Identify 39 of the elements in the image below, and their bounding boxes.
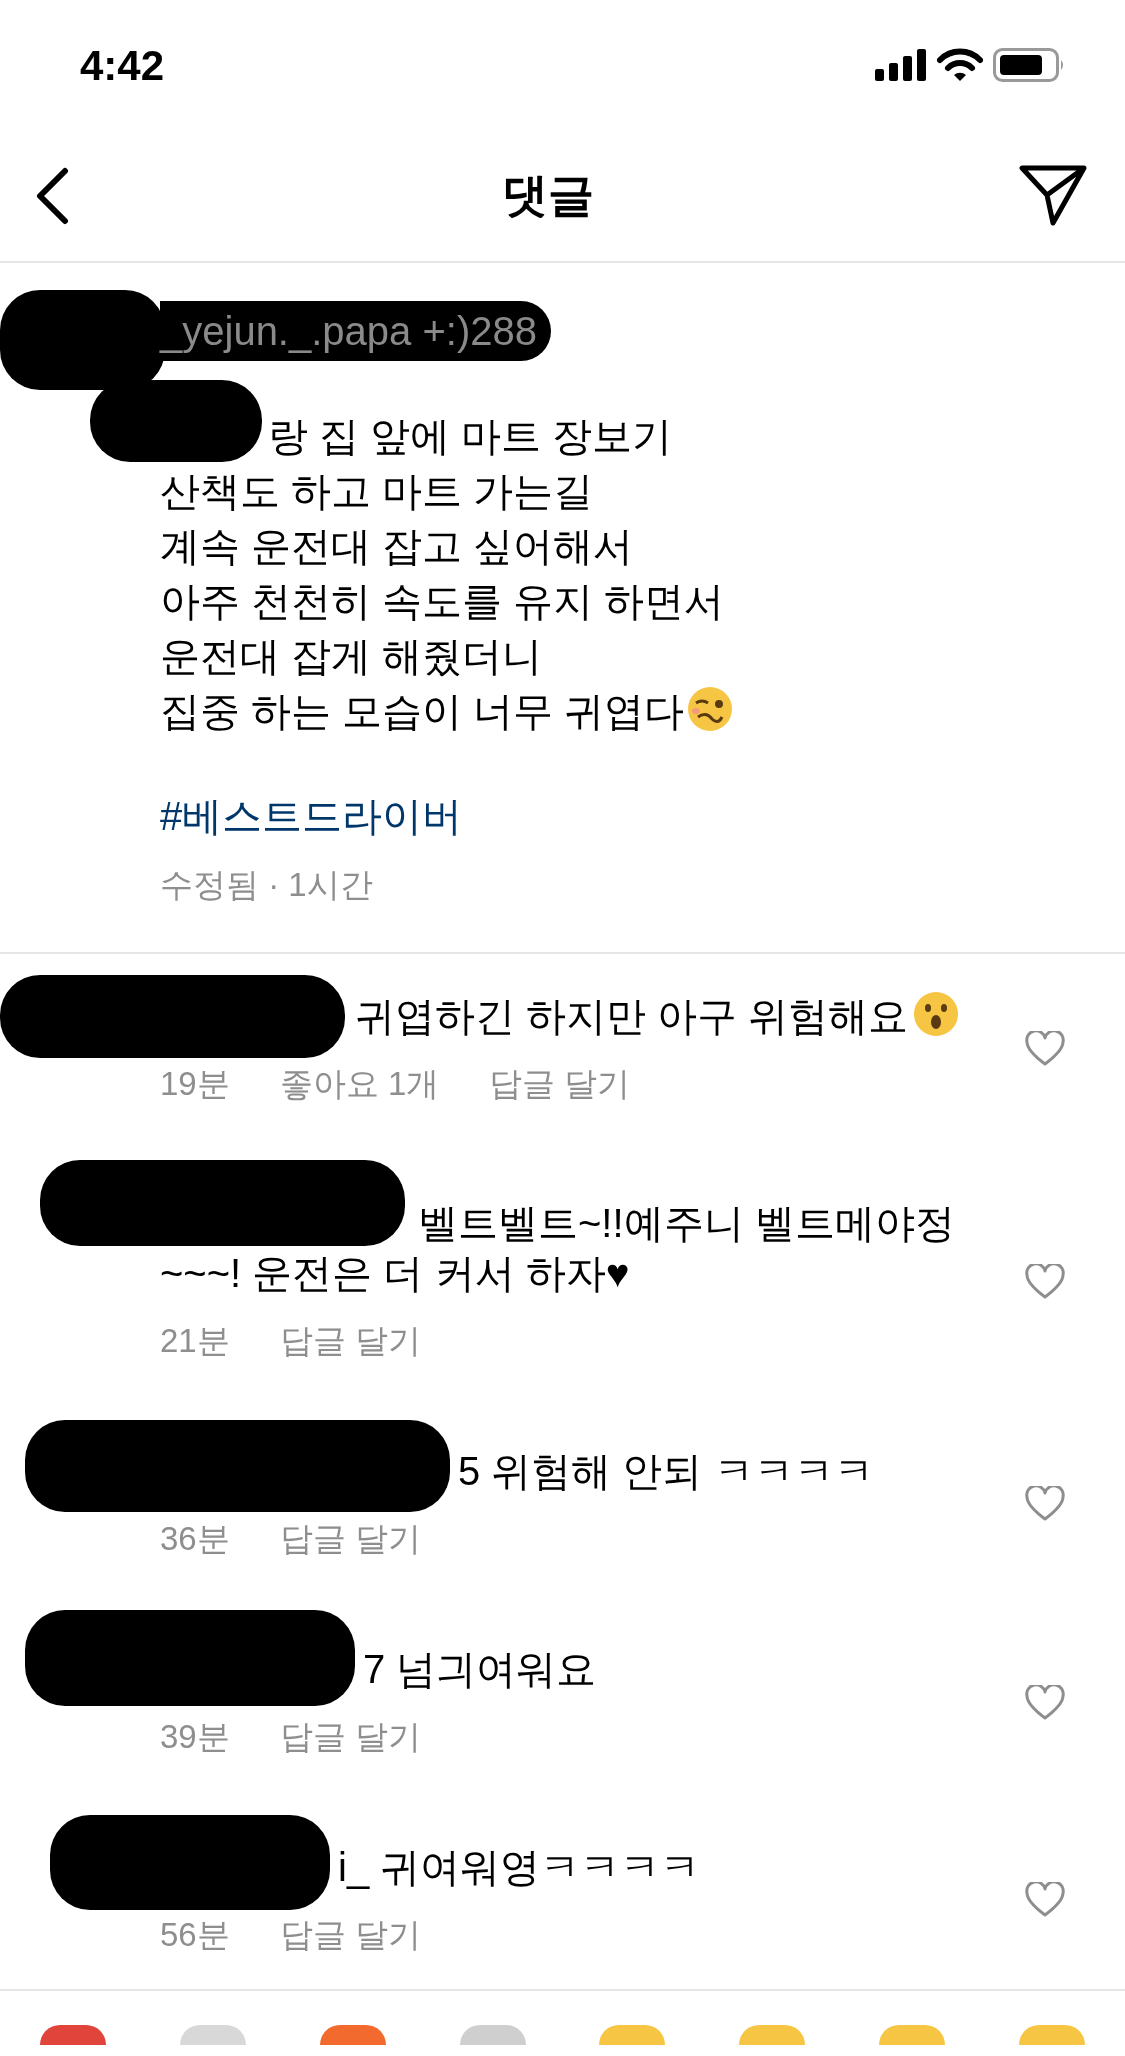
comment-time: 56분 (160, 1914, 230, 1955)
caption-line: 산책도 하고 마트 가는길 (160, 468, 595, 515)
comment-text: i_ 귀여워영ㅋㅋㅋㅋ (337, 1843, 702, 1891)
comment-text: 벨트벨트~!!예주니 벨트메야정 (417, 1200, 956, 1247)
caption-line: 운전대 잡게 해줬더니 (160, 633, 544, 680)
caption-line: 집중 하는 모습이 너무 귀엽다 (160, 684, 735, 739)
reply-link[interactable]: 답글 달기 (279, 1909, 421, 1959)
reply-link[interactable]: 답글 달기 (279, 1316, 421, 1366)
reply-link[interactable]: 답글 달기 (279, 1712, 421, 1762)
comment-text: 7 넘긔여워요 (362, 1646, 598, 1693)
post-meta: 수정됨 · 1시간 (160, 865, 373, 905)
reaction-emoji-icon[interactable] (40, 2025, 106, 2045)
reaction-emoji-icon[interactable] (319, 2025, 386, 2045)
like-button[interactable] (1025, 1684, 1065, 1721)
battery-icon (993, 48, 1065, 82)
comment-text: ~~~! 운전은 더 커서 하자♥ (160, 1250, 631, 1297)
status-time: 4:42 (80, 40, 165, 91)
caption-line: 계속 운전대 잡고 싶어해서 (160, 523, 635, 570)
reply-link[interactable]: 답글 달기 (279, 1513, 421, 1563)
comment-time: 36분 (160, 1518, 230, 1559)
comment-text: 5 위험해 안되 ㅋㅋㅋㅋ (457, 1447, 875, 1495)
reply-link[interactable]: 답글 달기 (489, 1058, 631, 1108)
page-title: 댓글 (501, 168, 594, 223)
like-button[interactable] (1025, 1882, 1065, 1919)
signal-icon (875, 49, 927, 81)
woozy-face-icon (686, 685, 735, 733)
like-button[interactable] (1025, 1263, 1065, 1300)
username[interactable]: _yejun._.papa +:)288 (160, 301, 551, 361)
like-button[interactable] (1025, 1486, 1065, 1523)
hashtag-link[interactable]: #베스트드라이버 (160, 789, 463, 844)
caption-line: 아주 천천히 속도를 유지 하면서 (160, 578, 726, 625)
likes-link[interactable]: 좋아요 1개 (279, 1058, 440, 1108)
comment-time: 19분 (160, 1063, 230, 1104)
surprised-face-icon (912, 989, 961, 1038)
comment-time: 21분 (160, 1321, 230, 1361)
caption-line: 랑 집 앞에 마트 장보기 (267, 413, 674, 460)
wifi-icon (937, 48, 983, 82)
like-button[interactable] (1025, 1030, 1065, 1067)
comment-time: 39분 (160, 1717, 230, 1757)
